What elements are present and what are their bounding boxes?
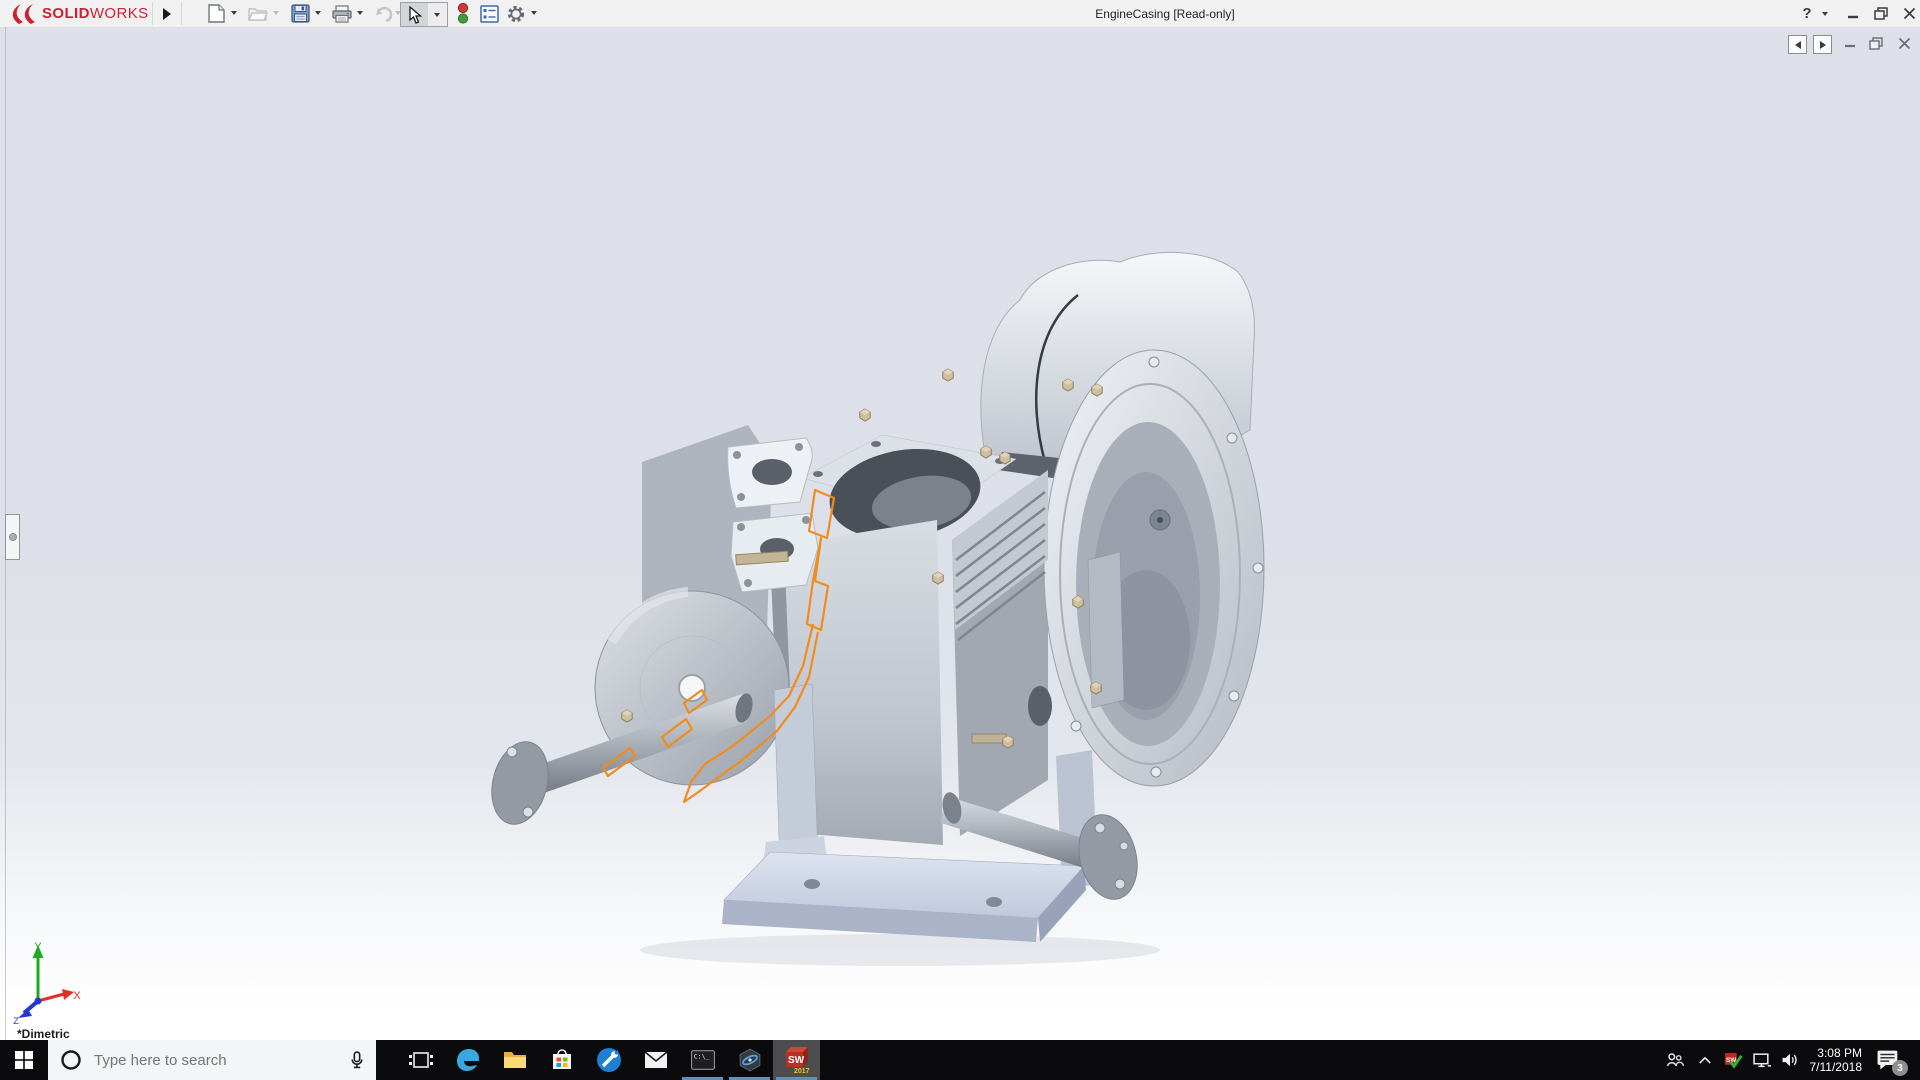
- taskbar-app-edge[interactable]: [444, 1040, 491, 1080]
- new-button[interactable]: [205, 3, 227, 24]
- sw-check-icon: SW: [1725, 1052, 1743, 1069]
- sw-letters: SW: [788, 1055, 805, 1066]
- select-tool-button[interactable]: [401, 3, 428, 26]
- file-explorer-icon: [503, 1052, 526, 1068]
- minimize-button[interactable]: [1842, 4, 1864, 23]
- rebuild-button[interactable]: [452, 3, 474, 24]
- hexagon-app-icon: [739, 1048, 760, 1072]
- print-dropdown-caret[interactable]: [357, 11, 363, 15]
- y-axis-label: Y: [34, 941, 42, 953]
- toolbar-separator: [152, 2, 153, 25]
- wrench-circle-icon: [596, 1048, 621, 1072]
- close-icon: [1903, 7, 1915, 20]
- open-folder-icon: [248, 8, 268, 21]
- task-view-button[interactable]: [397, 1040, 444, 1080]
- speaker-icon: [1782, 1053, 1797, 1067]
- save-dropdown-caret[interactable]: [315, 11, 321, 15]
- solidworks-logo-text: SOLIDWORKS: [42, 5, 149, 22]
- save-button[interactable]: [289, 3, 311, 24]
- restore-button[interactable]: [1870, 4, 1892, 23]
- taskbar-app-command-prompt[interactable]: C:\_: [679, 1040, 726, 1080]
- file-properties-button[interactable]: [478, 3, 500, 24]
- print-icon: [332, 4, 352, 23]
- network-icon: [1753, 1053, 1771, 1068]
- select-cursor-icon: [408, 5, 422, 24]
- flyout-arrow-icon: [163, 7, 171, 20]
- print-button[interactable]: [331, 3, 353, 24]
- undo-button[interactable]: [373, 3, 395, 24]
- taskbar-app-mail[interactable]: [632, 1040, 679, 1080]
- options-gear-icon: [507, 5, 525, 22]
- undo-icon: [376, 6, 393, 22]
- prompt-text: C:\_: [693, 1052, 709, 1060]
- action-center-button[interactable]: 3: [1866, 1040, 1910, 1080]
- taskbar-app-file-explorer[interactable]: [491, 1040, 538, 1080]
- rebuild-traffic-light-icon: [457, 3, 469, 24]
- minimize-icon: [1848, 15, 1858, 18]
- caret-icon: [433, 12, 440, 17]
- taskbar-app-store[interactable]: [538, 1040, 585, 1080]
- menu-flyout-button[interactable]: [157, 2, 177, 25]
- windows-logo-icon: [15, 1051, 33, 1069]
- cortana-icon: [61, 1050, 81, 1070]
- solidworks-logo-icon: [12, 3, 35, 24]
- help-button[interactable]: ?: [1796, 4, 1818, 23]
- mail-icon: [643, 1051, 668, 1068]
- taskbar-app-cad-utility[interactable]: [726, 1040, 773, 1080]
- solidworks-logo: SOLIDWORKS: [8, 2, 149, 25]
- help-dropdown-caret[interactable]: [1822, 12, 1828, 16]
- command-prompt-icon: C:\_: [690, 1050, 715, 1070]
- window-title: EngineCasing [Read-only]: [1095, 7, 1235, 21]
- edge-icon: [456, 1049, 479, 1071]
- people-icon: [1666, 1053, 1684, 1067]
- clock-time: 3:08 PM: [1817, 1046, 1862, 1060]
- taskbar-search[interactable]: [48, 1040, 376, 1080]
- toolbar-separator: [181, 2, 182, 25]
- start-button[interactable]: [0, 1040, 48, 1080]
- taskbar-app-solidworks[interactable]: SW 2017: [773, 1040, 820, 1080]
- new-document-icon: [207, 4, 225, 23]
- taskbar-app-settings-tool[interactable]: [585, 1040, 632, 1080]
- restore-icon: [1874, 7, 1888, 20]
- sw-year: 2017: [794, 1068, 810, 1075]
- close-button[interactable]: [1898, 4, 1920, 23]
- new-dropdown-caret[interactable]: [231, 11, 237, 15]
- open-button[interactable]: [247, 3, 269, 24]
- tray-overflow-button[interactable]: [1692, 1040, 1718, 1080]
- select-tool-group: [400, 2, 448, 27]
- microsoft-store-icon: [552, 1049, 571, 1069]
- save-floppy-icon: [290, 4, 310, 23]
- titlebar: SOLIDWORKS EngineCasing [Read-only] ?: [0, 0, 1920, 28]
- z-axis-label: Z: [13, 1016, 19, 1025]
- notification-badge: 3: [1892, 1060, 1908, 1076]
- clock-date: 7/11/2018: [1809, 1060, 1863, 1074]
- windows-taskbar: C:\_ SW 2017: [0, 1040, 1920, 1080]
- engine-casing-model[interactable]: [0, 27, 1920, 1040]
- graphics-viewport[interactable]: Y X Z *Dimetric: [0, 27, 1920, 1041]
- x-axis-arrow: [62, 989, 74, 1000]
- x-axis-label: X: [73, 990, 81, 1002]
- options-button[interactable]: [505, 3, 527, 24]
- people-button[interactable]: [1660, 1040, 1690, 1080]
- orientation-triad: Y X Z: [13, 941, 81, 1025]
- taskbar-clock[interactable]: 3:08 PM 7/11/2018: [1800, 1040, 1863, 1080]
- file-properties-icon: [479, 4, 499, 23]
- chevron-up-icon: [1699, 1056, 1711, 1064]
- search-input[interactable]: [92, 1050, 348, 1070]
- select-dropdown-caret[interactable]: [428, 3, 445, 26]
- task-view-icon: [408, 1052, 433, 1068]
- view-orientation-label: *Dimetric: [17, 1027, 70, 1041]
- screen: SOLIDWORKS EngineCasing [Read-only] ? Y …: [0, 0, 1920, 1080]
- model-shadow: [640, 934, 1160, 966]
- open-dropdown-caret[interactable]: [273, 11, 279, 15]
- network-tray-button[interactable]: [1748, 1040, 1776, 1080]
- microphone-icon[interactable]: [348, 1051, 366, 1069]
- solidworks-monitor-tray[interactable]: SW: [1720, 1040, 1748, 1080]
- solidworks-app-icon: SW 2017: [785, 1047, 810, 1075]
- options-dropdown-caret[interactable]: [531, 11, 537, 15]
